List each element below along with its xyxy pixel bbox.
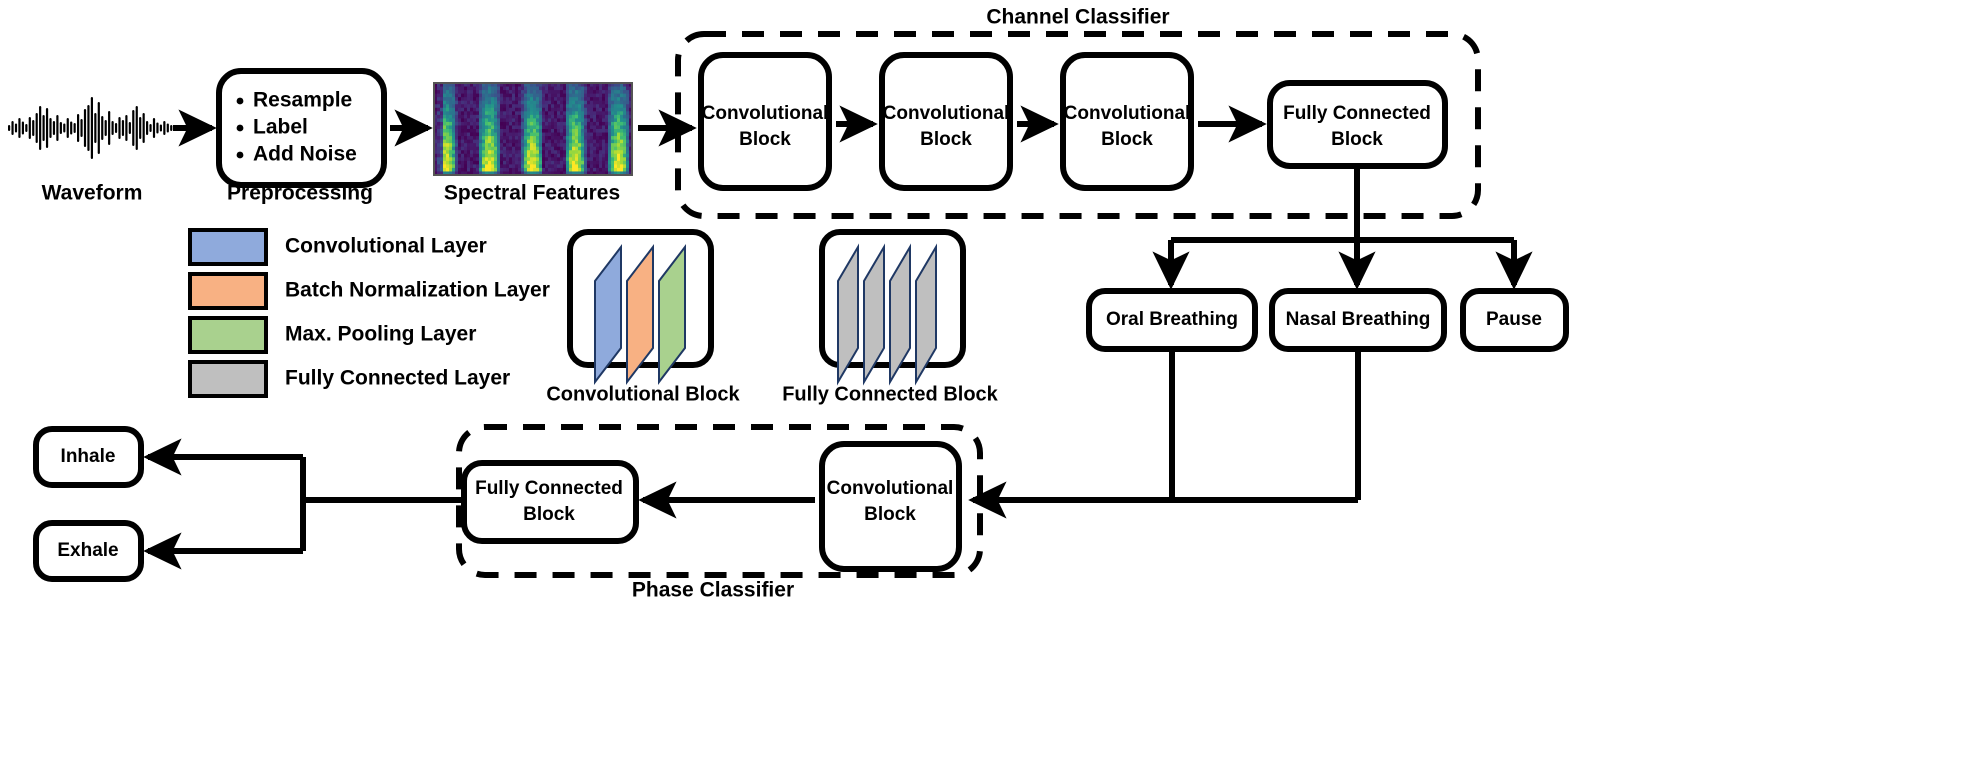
waveform-bar [104,120,107,136]
phase-classifier-label: Phase Classifier [632,579,794,602]
waveform-bar [156,122,159,134]
legend-swatch-3 [188,360,268,398]
waveform-bar [97,102,100,154]
waveform-bar [59,122,62,134]
phase-conv-block-line1: Convolutional [827,478,954,499]
phase-output-connectors [143,438,464,570]
fc-block-1-line1: Fully Connected [1283,103,1431,124]
conv-block-3-line1: Convolutional [1064,103,1191,124]
waveform-bar [14,123,18,133]
waveform-bar [56,115,59,141]
waveform-bar [8,125,11,131]
conv-block-3-line2: Block [1101,129,1153,150]
legend: Convolutional Layer Batch Normalization L… [188,228,550,398]
phase-input-connectors [968,349,1361,519]
spectrogram-image [433,82,633,176]
waveform-bar [159,124,162,132]
waveform-bar [49,118,52,138]
waveform-bar [70,121,73,135]
spectrogram-caption: Spectral Features [444,182,620,205]
legend-swatch-2 [188,316,268,354]
conv-block-2-line1: Convolutional [883,103,1010,124]
output-nasal-breathing-label: Nasal Breathing [1286,309,1431,330]
waveform-bar [45,108,49,148]
waveform-bar [121,120,125,136]
waveform-bar [135,106,138,150]
phase-fc-block-line2: Block [523,504,575,525]
waveform-bar [83,109,87,147]
legend-swatch-0 [188,228,268,266]
conv-block-1-line2: Block [739,129,791,150]
waveform-bar [163,121,166,135]
convolutional-block-sheets [594,244,686,385]
waveform-bar [42,115,45,141]
waveform-bar [25,124,28,132]
waveform-bar [94,113,97,143]
channel-output-connectors [1152,166,1533,290]
output-exhale-label: Exhale [57,540,118,561]
channel-classifier-label: Channel Classifier [986,6,1169,29]
conv-block-1-line1: Convolutional [702,103,829,124]
waveform-bar [52,121,56,135]
preprocessing-caption: Preprocessing [227,182,373,205]
waveform-bar [142,113,145,143]
waveform-bar [108,111,111,145]
waveform-bar [90,97,93,159]
preprocessing-item-1: Label [253,116,308,139]
fc-block-1-line2: Block [1331,129,1383,150]
waveform-bar [166,123,169,133]
legend-label-3: Fully Connected Layer [285,367,510,390]
convolutional-block-illustration-caption: Convolutional Block [546,383,740,405]
waveform-bar [132,110,135,146]
waveform-bar [152,118,156,138]
bullet-icon [236,124,244,132]
waveform-bar [63,123,66,133]
waveform-bar [101,116,104,140]
waveform-caption: Waveform [42,182,143,205]
legend-label-1: Batch Normalization Layer [285,279,550,302]
bullet-icon [236,97,244,105]
preprocessing-item-2: Add Noise [253,143,357,166]
phase-conv-block-line2: Block [864,504,916,525]
legend-label-2: Max. Pooling Layer [285,323,476,346]
fully-connected-block-illustration-caption: Fully Connected Block [782,383,998,405]
waveform-bar [32,120,35,136]
waveform-bar [21,121,24,135]
waveform-bar [77,114,80,142]
phase-fc-block[interactable] [461,460,639,544]
phase-fc-block-line1: Fully Connected [475,478,623,499]
conv-block-2-line2: Block [920,129,972,150]
legend-swatch-1 [188,272,268,310]
preprocessing-item-0: Resample [253,89,352,112]
waveform-bar [80,119,83,137]
waveform-bar [18,118,21,138]
waveform-bar [66,118,69,138]
waveform-bar [128,122,131,134]
output-oral-breathing-label: Oral Breathing [1106,309,1238,330]
legend-label-0: Convolutional Layer [285,235,487,258]
waveform-bar [118,117,121,139]
waveform-bar [146,121,149,135]
waveform-bar [35,113,38,143]
output-pause-label: Pause [1486,309,1542,330]
waveform-bar [111,121,114,135]
waveform-bar [125,115,128,141]
waveform-bar [170,125,173,131]
waveform-bar [87,105,90,151]
waveform-bar [114,123,118,133]
waveform-bar [39,106,42,150]
waveform-bar [28,117,31,139]
waveform-bar [149,124,152,132]
waveform-bar [11,121,14,135]
fc-block-1[interactable] [1267,80,1448,169]
architecture-diagram: Waveform Resample Label Add Noise Preproce… [0,0,1966,772]
waveform-icon [8,97,173,159]
bullet-icon [236,151,244,159]
output-inhale-label: Inhale [61,446,116,467]
waveform-bar [139,117,142,139]
waveform-bar [73,123,76,133]
